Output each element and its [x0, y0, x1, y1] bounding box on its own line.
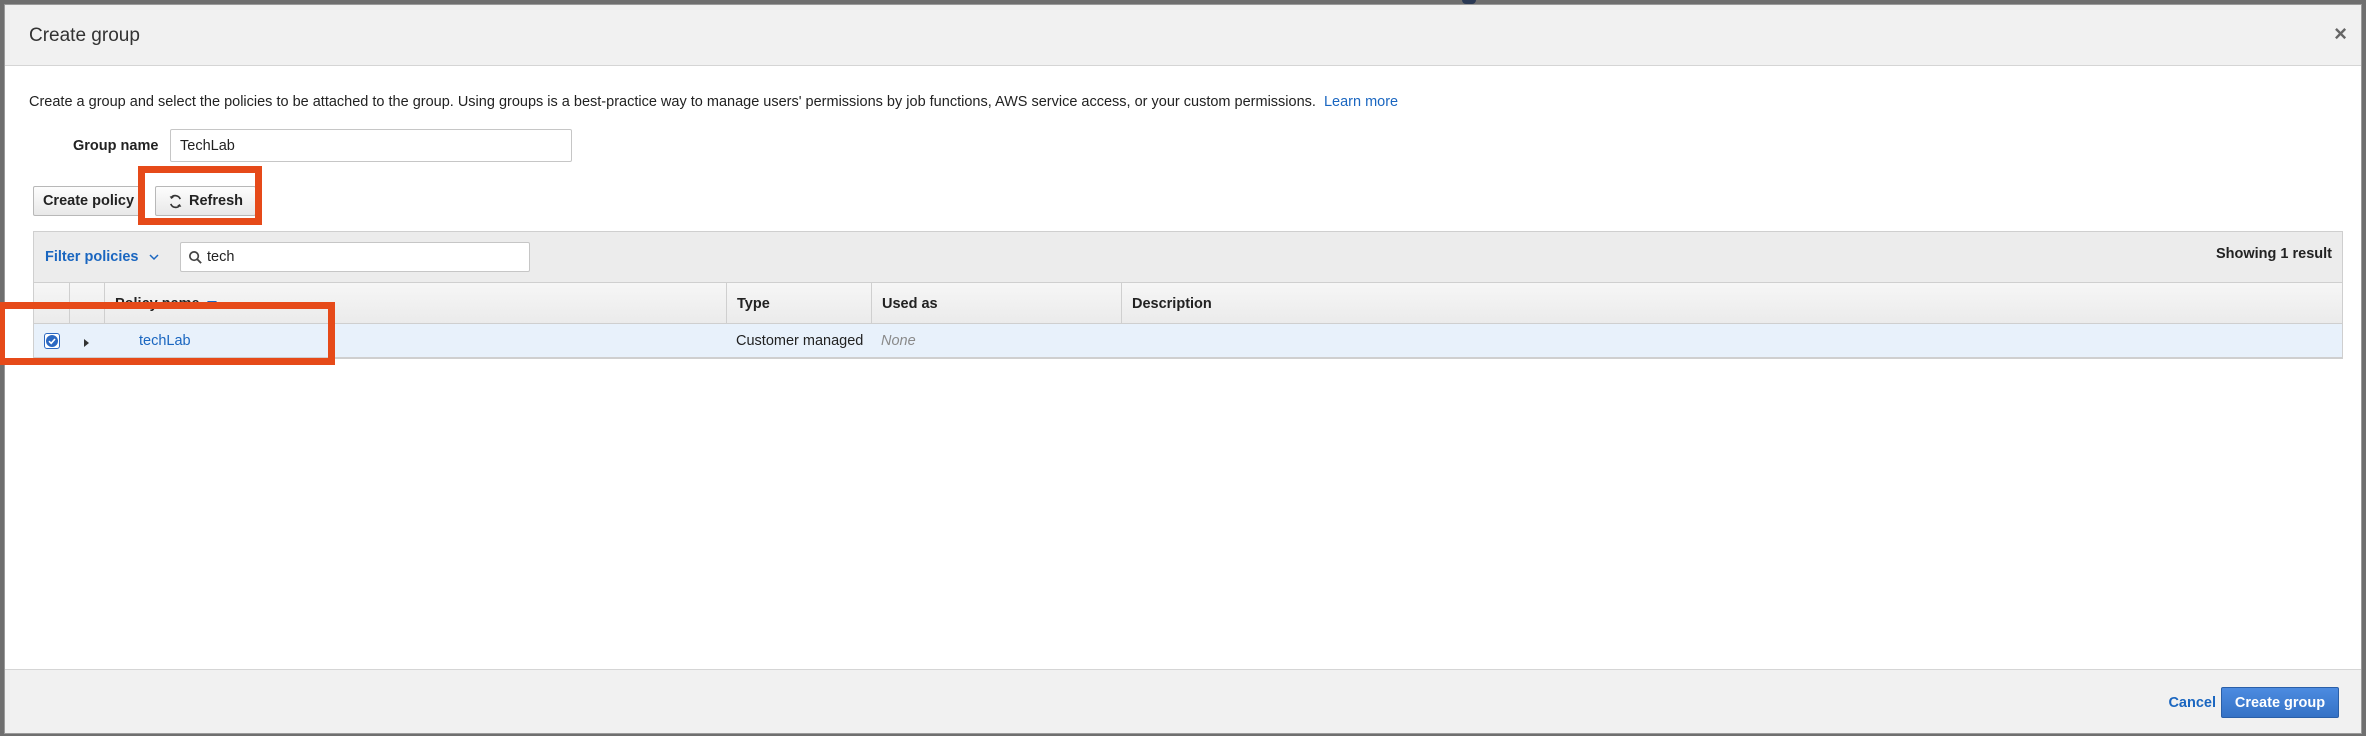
header-expand-cell [69, 283, 104, 324]
intro-description: Create a group and select the policies t… [29, 94, 1316, 110]
dialog-title: Create group [29, 25, 140, 46]
policies-panel: Filter policies Showing 1 result Policy … [33, 231, 2343, 359]
column-header-type[interactable]: Type [726, 283, 871, 324]
refresh-label: Refresh [189, 193, 243, 209]
filter-bar: Filter policies Showing 1 result [34, 232, 2342, 283]
create-policy-button[interactable]: Create policy [33, 186, 144, 216]
column-header-description[interactable]: Description [1121, 283, 2344, 324]
column-header-policy-name[interactable]: Policy name [104, 283, 726, 324]
table-header: Policy name Type Used as Description [34, 283, 2342, 324]
dialog-header: Create group × [5, 5, 2361, 66]
filter-policies-dropdown[interactable]: Filter policies [45, 249, 159, 265]
learn-more-link[interactable]: Learn more [1324, 94, 1398, 110]
chevron-down-icon [148, 254, 159, 261]
sort-desc-icon [206, 300, 217, 307]
group-name-input[interactable] [170, 129, 572, 162]
intro-text: Create a group and select the policies t… [29, 94, 1398, 110]
row-expand-cell [69, 324, 104, 358]
close-icon[interactable]: × [2334, 23, 2347, 45]
refresh-icon [169, 194, 182, 208]
result-count: Showing 1 result [2215, 246, 2332, 262]
search-icon [189, 251, 202, 264]
policy-used-as-cell: None [881, 333, 916, 349]
filter-policies-label: Filter policies [45, 249, 139, 265]
policy-name-link[interactable]: techLab [139, 333, 191, 349]
expand-caret-icon[interactable] [84, 339, 89, 347]
policy-name-cell: techLab [104, 324, 726, 358]
policy-type-cell: Customer managed [736, 333, 864, 349]
checkmark-icon [45, 335, 58, 347]
group-name-label: Group name [73, 138, 159, 154]
policy-name-header-label: Policy name [115, 295, 200, 312]
column-header-used-as[interactable]: Used as [871, 283, 1121, 324]
create-policy-label: Create policy [42, 193, 135, 209]
table-row[interactable]: techLab Customer managed None [34, 324, 2342, 358]
create-group-button[interactable]: Create group [2221, 687, 2339, 718]
search-input[interactable] [205, 243, 525, 271]
header-checkbox-cell [34, 283, 69, 324]
create-group-dialog: Create group × Create a group and select… [4, 4, 2362, 734]
search-box [180, 242, 530, 272]
row-checkbox[interactable] [43, 333, 60, 349]
row-checkbox-cell [34, 324, 69, 358]
refresh-button[interactable]: Refresh [155, 186, 256, 216]
dialog-footer: Cancel Create group [5, 669, 2361, 733]
cancel-button[interactable]: Cancel [2168, 695, 2216, 711]
